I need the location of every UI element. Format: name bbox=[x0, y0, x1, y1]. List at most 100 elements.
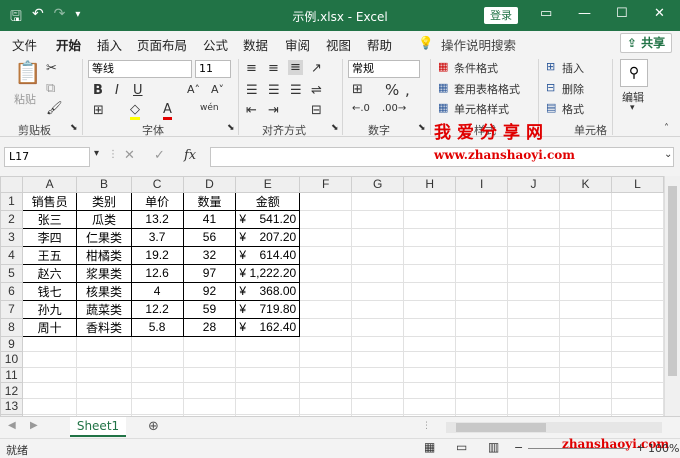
copy-icon[interactable]: ⧉ bbox=[46, 81, 55, 96]
cell[interactable] bbox=[558, 397, 612, 415]
scroll-left-icon[interactable]: ◀ bbox=[8, 420, 16, 431]
cell[interactable]: 核果类 bbox=[76, 281, 132, 301]
row-header[interactable]: 4 bbox=[0, 245, 23, 265]
cell[interactable]: 单价 bbox=[130, 191, 184, 211]
cell[interactable] bbox=[351, 397, 405, 415]
tab-view[interactable]: 视图 bbox=[326, 35, 351, 54]
cell[interactable] bbox=[299, 317, 353, 337]
cell[interactable] bbox=[455, 382, 509, 399]
row-header[interactable]: 7 bbox=[0, 299, 23, 319]
column-header[interactable]: K bbox=[558, 176, 612, 193]
cell[interactable] bbox=[507, 366, 560, 384]
cell[interactable]: 12.2 bbox=[130, 299, 184, 319]
column-header[interactable]: L bbox=[610, 176, 664, 193]
column-header[interactable]: C bbox=[130, 176, 184, 193]
column-header[interactable]: F bbox=[299, 176, 353, 193]
cell[interactable] bbox=[403, 366, 457, 384]
align-center-icon[interactable]: ☰ bbox=[268, 83, 280, 98]
insert-cells-button[interactable]: 插入 bbox=[562, 60, 584, 76]
tell-me-search[interactable]: 操作说明搜索 bbox=[441, 35, 516, 54]
increase-font-icon[interactable]: A˄ bbox=[187, 83, 200, 96]
cell[interactable] bbox=[558, 281, 612, 301]
cell[interactable] bbox=[21, 397, 78, 415]
cell[interactable] bbox=[182, 366, 237, 384]
cell[interactable] bbox=[455, 245, 509, 265]
paste-icon[interactable]: 📋 bbox=[14, 61, 41, 86]
cell[interactable]: 金额 bbox=[235, 191, 301, 211]
cell[interactable] bbox=[507, 317, 560, 337]
clipboard-launcher-icon[interactable]: ⬊ bbox=[70, 123, 78, 133]
align-top-icon[interactable]: ≡ bbox=[246, 61, 257, 76]
cell[interactable] bbox=[403, 382, 457, 399]
cell[interactable] bbox=[76, 382, 132, 399]
cell[interactable] bbox=[235, 382, 301, 399]
cell[interactable] bbox=[610, 191, 664, 211]
cell[interactable] bbox=[558, 299, 612, 319]
cell[interactable] bbox=[507, 299, 560, 319]
cell[interactable] bbox=[351, 245, 405, 265]
cell[interactable]: 王五 bbox=[21, 245, 78, 265]
accounting-format-icon[interactable]: ⊞ bbox=[352, 82, 363, 97]
cell[interactable] bbox=[455, 281, 509, 301]
wrap-text-icon[interactable]: ⇌ bbox=[311, 83, 322, 98]
cell[interactable] bbox=[507, 191, 560, 211]
cell[interactable] bbox=[558, 317, 612, 337]
cell[interactable]: ¥614.40 bbox=[235, 245, 301, 265]
cell[interactable]: 56 bbox=[182, 227, 237, 247]
number-launcher-icon[interactable]: ⬊ bbox=[418, 123, 426, 133]
cell[interactable]: 41 bbox=[182, 209, 237, 229]
row-header[interactable]: 6 bbox=[0, 281, 23, 301]
cell[interactable] bbox=[299, 335, 353, 353]
cell[interactable] bbox=[130, 382, 184, 399]
hscroll-thumb[interactable] bbox=[456, 423, 546, 432]
cell[interactable]: 13.2 bbox=[130, 209, 184, 229]
tab-home[interactable]: 开始 bbox=[56, 35, 82, 59]
page-break-view-icon[interactable]: ▥ bbox=[488, 440, 499, 454]
align-middle-icon[interactable]: ≡ bbox=[268, 61, 279, 76]
cell[interactable]: 59 bbox=[182, 299, 237, 319]
collapse-ribbon-icon[interactable]: ˄ bbox=[664, 123, 669, 134]
cell[interactable] bbox=[21, 382, 78, 399]
sheet-tab-sheet1[interactable]: Sheet1 bbox=[70, 417, 126, 437]
cell[interactable] bbox=[403, 281, 457, 301]
cell[interactable] bbox=[76, 366, 132, 384]
vertical-scrollbar[interactable] bbox=[664, 176, 680, 416]
zoom-level[interactable]: 100% bbox=[648, 442, 679, 455]
maximize-icon[interactable]: ☐ bbox=[616, 6, 628, 21]
zoom-in-icon[interactable]: + bbox=[636, 441, 645, 454]
cancel-icon[interactable]: ✕ bbox=[124, 148, 135, 163]
percent-icon[interactable]: % bbox=[385, 81, 399, 99]
login-button[interactable]: 登录 bbox=[484, 7, 518, 24]
cell[interactable]: ¥541.20 bbox=[235, 209, 301, 229]
cell[interactable]: 97 bbox=[182, 263, 237, 283]
fill-color-icon[interactable]: ◇ bbox=[130, 102, 140, 120]
cell[interactable]: ¥719.80 bbox=[235, 299, 301, 319]
minimize-icon[interactable]: — bbox=[578, 6, 591, 21]
cell[interactable] bbox=[455, 299, 509, 319]
cell[interactable] bbox=[507, 397, 560, 415]
row-header[interactable]: 12 bbox=[0, 382, 23, 399]
ribbon-display-icon[interactable]: ▭ bbox=[540, 6, 552, 21]
column-header[interactable]: D bbox=[182, 176, 237, 193]
cell[interactable] bbox=[558, 209, 612, 229]
cell[interactable]: 钱七 bbox=[21, 281, 78, 301]
cell[interactable]: 数量 bbox=[182, 191, 237, 211]
column-header[interactable]: J bbox=[507, 176, 560, 193]
column-header[interactable]: H bbox=[403, 176, 457, 193]
cell[interactable] bbox=[130, 335, 184, 353]
cell[interactable] bbox=[610, 209, 664, 229]
expand-formula-icon[interactable]: ⌄ bbox=[664, 149, 672, 160]
cell[interactable] bbox=[299, 299, 353, 319]
cell[interactable] bbox=[21, 366, 78, 384]
insert-function-icon[interactable]: fx bbox=[184, 148, 196, 163]
cell[interactable] bbox=[455, 351, 509, 368]
cell[interactable] bbox=[507, 351, 560, 368]
cell[interactable] bbox=[558, 263, 612, 283]
cell[interactable] bbox=[455, 227, 509, 247]
cell[interactable] bbox=[455, 366, 509, 384]
chevron-down-icon[interactable]: ▾ bbox=[630, 103, 635, 113]
cell[interactable]: ¥162.40 bbox=[235, 317, 301, 337]
cell[interactable] bbox=[558, 191, 612, 211]
cell[interactable] bbox=[299, 351, 353, 368]
decrease-font-icon[interactable]: A˅ bbox=[211, 83, 224, 96]
